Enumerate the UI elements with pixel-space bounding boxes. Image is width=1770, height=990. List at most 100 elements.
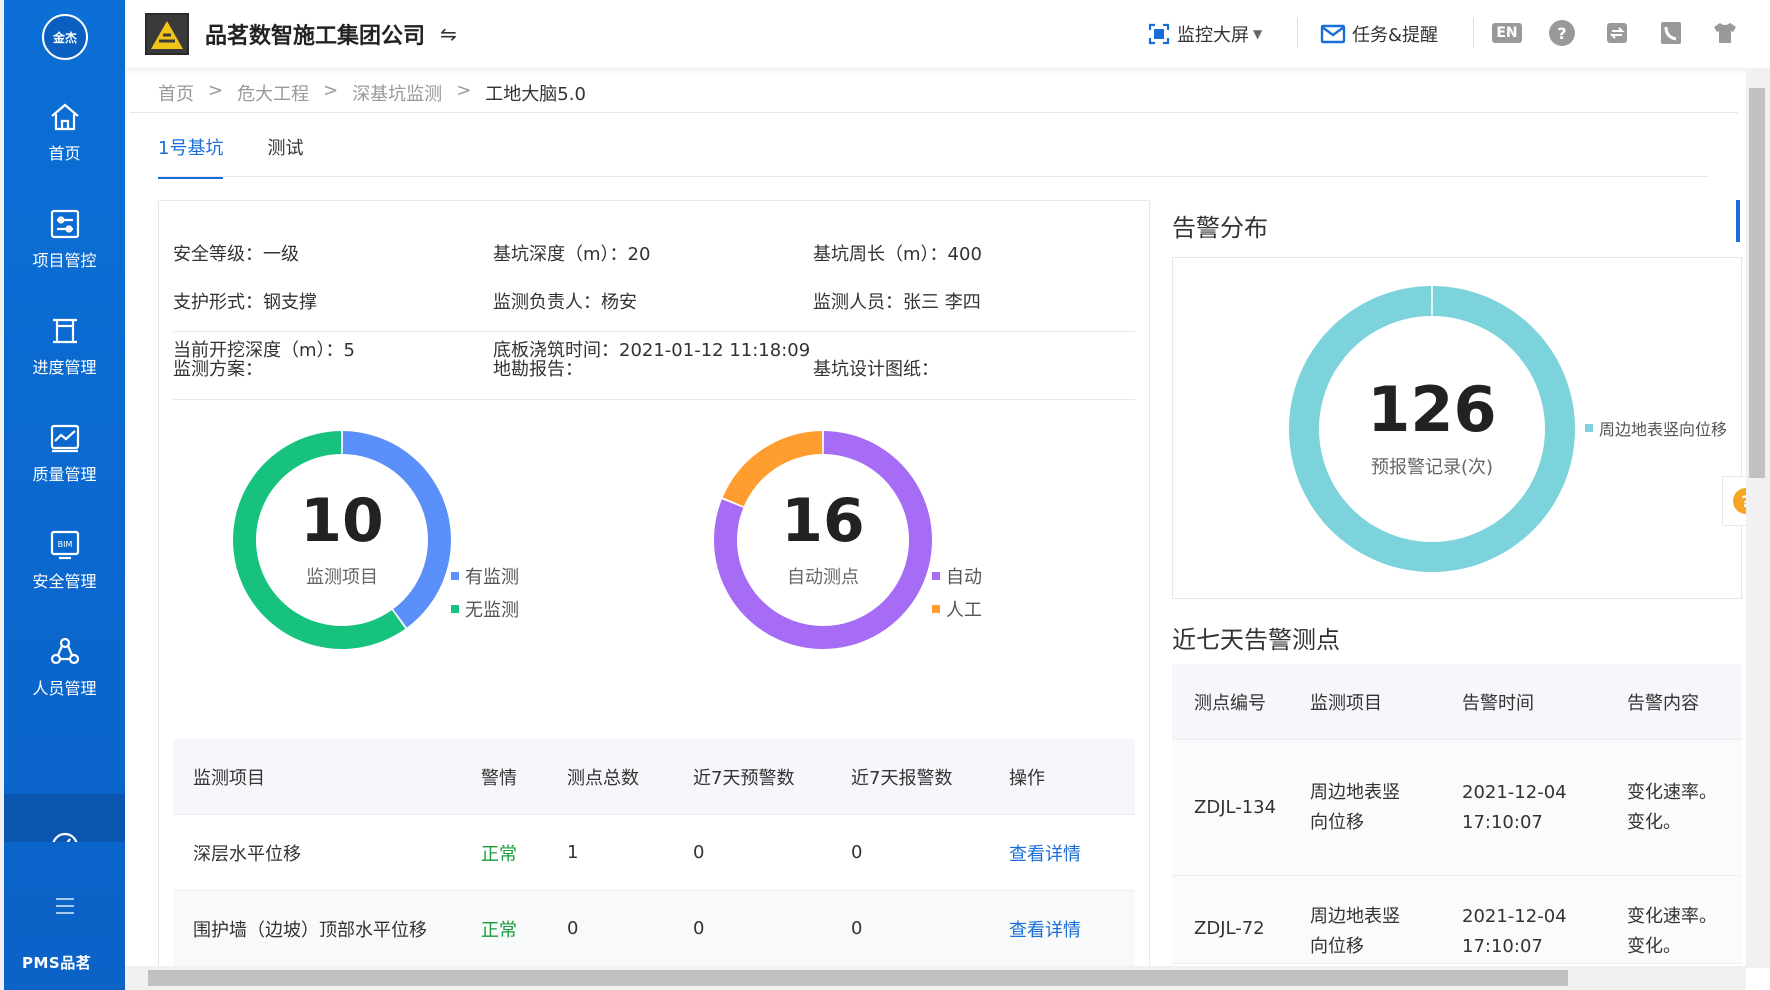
menu-toggle-icon[interactable] [56, 898, 74, 919]
breadcrumb-home[interactable]: 首页 [158, 80, 194, 106]
donut-label: 预报警记录(次) [1370, 457, 1494, 478]
divider [173, 331, 1135, 332]
auto-points-donut: 16 自动测点 [712, 429, 934, 651]
caret-down-icon: ▼ [1253, 27, 1263, 41]
view-details-link[interactable]: 查看详情 [1009, 840, 1135, 866]
alarm-records-donut: 126 预报警记录(次) [1287, 284, 1577, 574]
top-bar: 品茗数智施工集团公司 ⇋ 监控大屏 ▼ 任务&提醒 EN ? [125, 0, 1770, 68]
phone-icon[interactable] [1656, 18, 1686, 48]
table-cell: 0 [851, 918, 863, 939]
company-logo-circle[interactable]: 金杰 [42, 14, 88, 60]
legend-label: 有监测 [465, 566, 519, 588]
donut-total: 10 [300, 486, 384, 556]
vertical-scrollbar-thumb[interactable] [1749, 88, 1765, 478]
alarm-time: 2021-12-04 17:10:07 [1462, 906, 1567, 957]
refresh-icon[interactable] [1602, 18, 1632, 48]
sidebar-item-progress[interactable]: 进度管理 [4, 298, 125, 394]
progress-icon [52, 318, 77, 344]
sidebar-item-label: 项目管控 [32, 251, 97, 270]
column-header: 监测项目 [193, 767, 265, 789]
language-icon[interactable]: EN [1492, 18, 1522, 48]
legend-item[interactable]: 自动 [932, 559, 982, 592]
design-drawing-link[interactable]: 基坑设计图纸： [813, 355, 1133, 381]
alarm-content: 变化速率。 变化。 [1627, 906, 1717, 957]
safety-level: 安全等级：一级 [173, 244, 299, 265]
sidebar-item-home[interactable]: 首页 [4, 84, 125, 180]
support-type: 支护形式：钢支撑 [173, 292, 317, 313]
pit-overview-panel: 安全等级：一级 基坑深度（m）：20 基坑周长（m）：400 支护形式：钢支撑 … [158, 200, 1150, 990]
table-row: 深层水平位移 正常 1 0 0 查看详情 [173, 815, 1135, 891]
survey-report-link[interactable]: 地勘报告： [493, 355, 813, 381]
monitor-staff: 监测人员：张三 李四 [813, 292, 981, 313]
column-header: 操作 [1009, 767, 1045, 789]
table-row: 围护墙（边坡）顶部水平位移 正常 0 0 0 查看详情 [173, 891, 1135, 967]
table-cell: 0 [567, 918, 579, 939]
breadcrumb-separator: > [323, 80, 339, 101]
documents-row: 监测方案： 地勘报告： 基坑设计图纸： [173, 355, 1133, 381]
breadcrumb-separator: > [208, 80, 224, 101]
monitor-screen-button[interactable]: 监控大屏 ▼ [1147, 20, 1262, 48]
gauge-icon [52, 832, 77, 842]
company-name: 品茗数智施工集团公司 [205, 24, 426, 49]
donut-total: 16 [781, 486, 865, 556]
svg-text:BIM: BIM [57, 540, 72, 549]
recent-alarm-table: 测点编号 监测项目 告警时间 告警内容 ZDJL-134 周边地表竖 向位移 20… [1172, 664, 1742, 964]
sidebar-item-people[interactable]: 人员管理 [4, 619, 125, 715]
switch-company-icon[interactable]: ⇋ [440, 22, 457, 46]
tasks-reminders-button[interactable]: 任务&提醒 [1320, 20, 1438, 48]
column-header: 告警时间 [1462, 692, 1534, 714]
point-id: ZDJL-134 [1194, 797, 1277, 818]
sidebar-item-label: 进度管理 [32, 358, 97, 377]
table-cell: 1 [567, 842, 579, 863]
monitoring-items-donut: 10 监测项目 [231, 429, 453, 651]
language-label: EN [1492, 23, 1522, 43]
column-header: 告警内容 [1627, 692, 1699, 714]
table-cell: 围护墙（边坡）顶部水平位移 [193, 919, 427, 941]
shirt-icon[interactable] [1710, 18, 1740, 48]
breadcrumb: 首页 > 危大工程 > 深基坑监测 > 工地大脑5.0 [158, 80, 586, 106]
horizontal-scrollbar-thumb[interactable] [148, 970, 1568, 986]
sidebar: 金杰 首页 项目管控 进度管理 质量管理 BIM 安全管理 人员管理 PMS品茗 [0, 0, 125, 990]
breadcrumb-pit-monitoring[interactable]: 深基坑监测 [352, 80, 442, 106]
legend-item[interactable]: 人工 [932, 592, 982, 625]
monitoring-item: 周边地表竖 向位移 [1310, 906, 1400, 957]
column-header: 测点总数 [567, 767, 639, 789]
tab-pit-1[interactable]: 1号基坑 [158, 134, 224, 179]
sidebar-item-project[interactable]: 项目管控 [4, 191, 125, 287]
view-details-link[interactable]: 查看详情 [1009, 916, 1135, 942]
monitor-screen-label: 监控大屏 [1177, 25, 1249, 46]
tab-test[interactable]: 测试 [267, 134, 303, 179]
auto-points-legend: 自动 人工 [932, 559, 982, 625]
sidebar-item-label: 质量管理 [32, 465, 97, 484]
tasks-reminders-label: 任务&提醒 [1352, 25, 1439, 46]
monitoring-item: 周边地表竖 向位移 [1310, 781, 1400, 833]
sidebar-item-quality[interactable]: 质量管理 [4, 405, 125, 501]
legend-item[interactable]: 无监测 [451, 592, 519, 625]
help-icon[interactable]: ? [1547, 18, 1577, 48]
legend-label: 无监测 [465, 599, 519, 621]
pit-depth: 基坑深度（m）：20 [493, 244, 651, 265]
table-cell: 0 [851, 842, 863, 863]
divider [1297, 18, 1298, 48]
sidebar-item-more[interactable] [4, 794, 125, 842]
recent-alarm-points-title: 近七天告警测点 [1172, 626, 1340, 654]
breadcrumb-separator: > [456, 80, 472, 101]
column-header: 测点编号 [1194, 692, 1266, 714]
pit-info-grid: 安全等级：一级 基坑深度（m）：20 基坑周长（m）：400 支护形式：钢支撑 … [173, 229, 1133, 373]
table-cell: 0 [693, 842, 705, 863]
legend-item[interactable]: 有监测 [451, 559, 519, 592]
divider [158, 176, 1708, 177]
status-badge: 正常 [481, 843, 517, 865]
legend-label: 人工 [946, 599, 982, 621]
table-cell: 0 [693, 918, 705, 939]
home-icon [50, 103, 79, 131]
scroll-accent [1736, 200, 1740, 242]
alarm-legend-item[interactable]: 周边地表竖向位移 [1585, 416, 1727, 440]
bim-icon: BIM [50, 530, 79, 560]
breadcrumb-major-works[interactable]: 危大工程 [237, 80, 309, 106]
monitor-owner: 监测负责人：杨安 [493, 292, 637, 313]
monitoring-plan-link[interactable]: 监测方案： [173, 355, 493, 381]
mail-icon [1320, 24, 1346, 44]
column-header: 近7天报警数 [851, 767, 953, 789]
sidebar-item-safety[interactable]: BIM 安全管理 [4, 512, 125, 608]
